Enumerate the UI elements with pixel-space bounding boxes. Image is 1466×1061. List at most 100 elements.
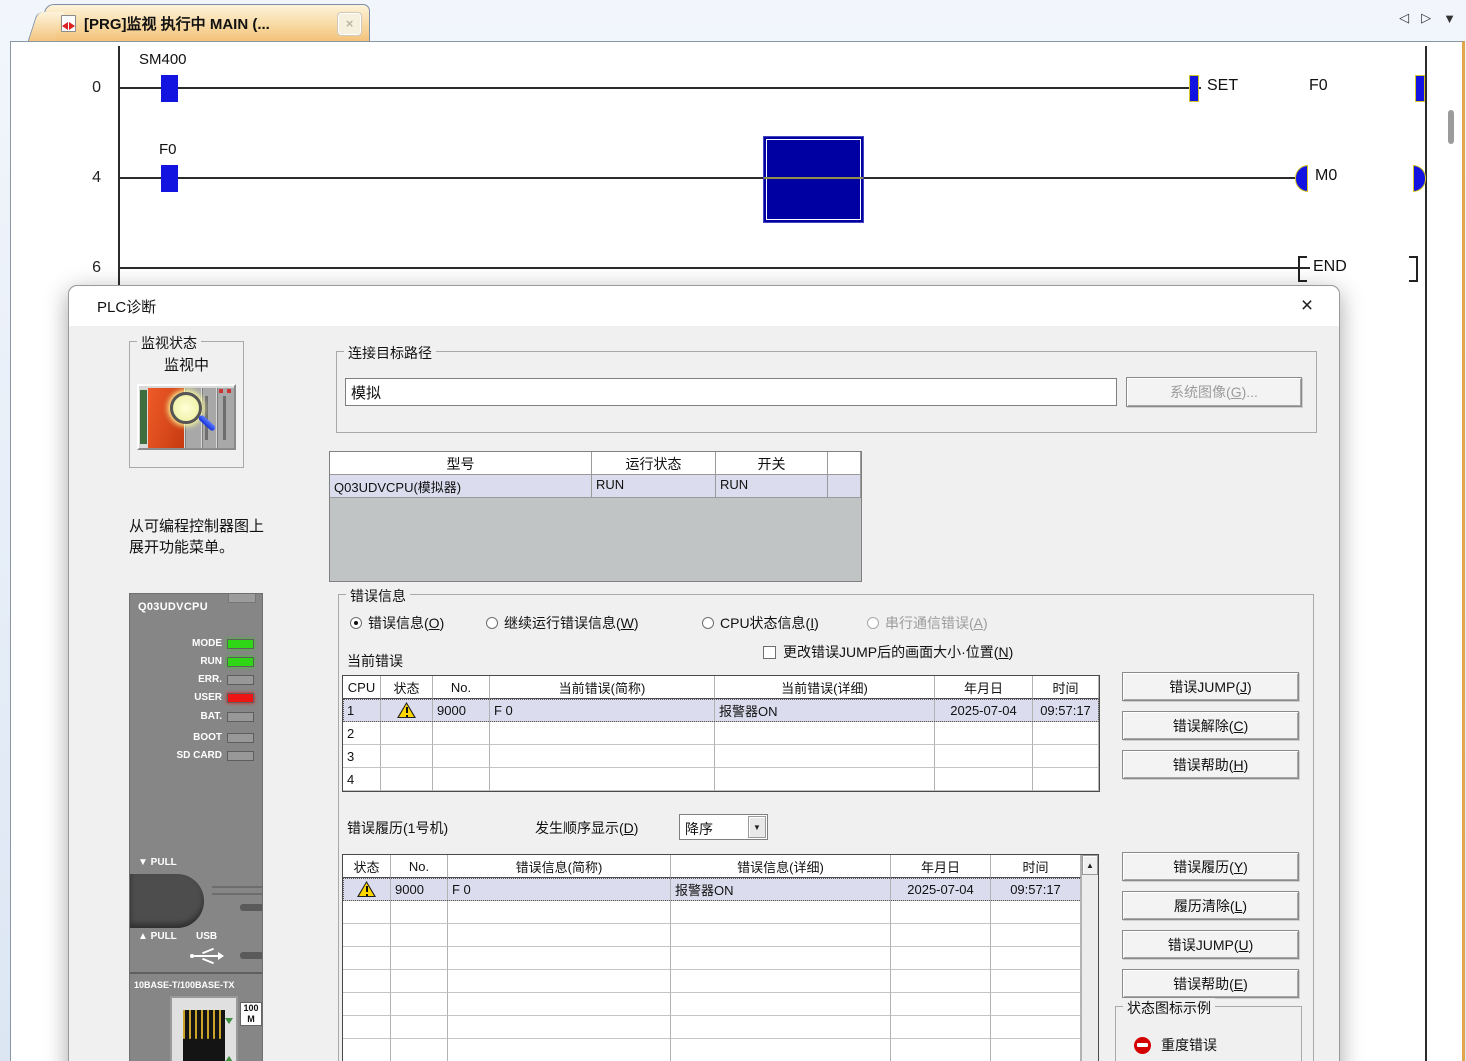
scroll-tabs-left-icon[interactable]: ◁: [1399, 10, 1409, 26]
document-tab-bar: [PRG]监视 执行中 MAIN (... × ◁ ▷ ▼: [0, 0, 1466, 42]
tab-close-button[interactable]: ×: [338, 13, 361, 35]
error-jump-button[interactable]: 错误JUMP(J): [1122, 672, 1299, 701]
led-label: MODE: [192, 638, 222, 649]
history-error-help-button[interactable]: 错误帮助(E): [1122, 969, 1299, 998]
editor-vertical-scrollbar[interactable]: [1448, 110, 1454, 144]
set-close-bracket[interactable]: [1415, 75, 1425, 102]
contact-label: SM400: [139, 51, 187, 68]
history-row[interactable]: [343, 924, 1098, 947]
end-instruction[interactable]: END: [1313, 258, 1347, 276]
order-combobox[interactable]: 降序 ▼: [679, 814, 768, 840]
error-clear-button[interactable]: 错误解除(C): [1122, 711, 1299, 740]
coil-open-bracket[interactable]: [1295, 165, 1308, 192]
scroll-up-icon[interactable]: ▲: [1082, 855, 1098, 875]
legend-item: 重度错误: [1134, 1035, 1217, 1055]
error-history-button[interactable]: 错误履历(Y): [1122, 852, 1299, 881]
speed-badge: 100M: [240, 1002, 262, 1026]
severe-error-icon: [1134, 1037, 1151, 1054]
history-row[interactable]: [343, 1016, 1098, 1039]
warning-icon: [397, 702, 416, 718]
right-power-rail: [1425, 46, 1427, 1061]
current-error-row[interactable]: 2: [343, 722, 1099, 745]
led-label: USER: [194, 692, 222, 703]
radio-serial-error: 串行通信错误(A): [867, 613, 988, 633]
table-header-row: CPU 状态 No. 当前错误(简称) 当前错误(详细) 年月日 时间: [343, 676, 1099, 699]
usb-label: USB: [196, 931, 217, 942]
radio-continue-error[interactable]: 继续运行错误信息(W): [486, 613, 639, 633]
tab-list-menu-icon[interactable]: ▼: [1443, 11, 1456, 26]
bat-led: [227, 712, 254, 722]
cpu-module-graphic[interactable]: Q03UDVCPU MODE RUN ERR. USER BAT. BOOT S…: [129, 593, 263, 1061]
history-row[interactable]: [343, 947, 1098, 970]
order-display-label: 发生顺序显示(D): [535, 818, 638, 838]
radio-cpu-status[interactable]: CPU状态信息(I): [702, 613, 819, 633]
monitor-status-text: 监视中: [130, 354, 243, 375]
ethernet-label: 10BASE-T/100BASE-TX: [134, 980, 235, 990]
contact-sm400[interactable]: [161, 75, 178, 102]
radio-icon: [867, 617, 879, 629]
cpu-model-table: 型号 运行状态 开关 Q03UDVCPU(模拟器) RUN RUN: [329, 451, 862, 582]
history-clear-button[interactable]: 履历清除(L): [1122, 891, 1299, 920]
scroll-tabs-right-icon[interactable]: ▷: [1421, 10, 1431, 26]
connection-path-input[interactable]: [345, 378, 1117, 406]
history-row[interactable]: [343, 970, 1098, 993]
history-scrollbar[interactable]: ▲: [1081, 855, 1098, 1061]
dialog-titlebar[interactable]: PLC诊断 ×: [69, 286, 1339, 326]
dialog-close-icon[interactable]: ×: [1293, 292, 1321, 320]
current-error-row[interactable]: 1 9000 F 0 报警器ON 2025-07-04 09:57:17: [343, 699, 1099, 722]
step-number: 4: [71, 169, 101, 187]
run-state-cell[interactable]: RUN: [592, 475, 716, 498]
column-header: 开关: [716, 452, 828, 475]
usb-icon: [188, 949, 224, 963]
switch-cell[interactable]: RUN: [716, 475, 828, 498]
tab-prg-main[interactable]: [PRG]监视 执行中 MAIN (... ×: [44, 4, 370, 42]
gx-works2-window: [PRG]监视 执行中 MAIN (... × ◁ ▷ ▼ 0 SM400 SE…: [0, 0, 1466, 1061]
combo-dropdown-icon[interactable]: ▼: [748, 816, 766, 838]
ethernet-jack-graphic: [170, 996, 238, 1061]
step-number: 6: [71, 259, 101, 277]
current-error-row[interactable]: 3: [343, 745, 1099, 768]
error-help-button[interactable]: 错误帮助(H): [1122, 750, 1299, 779]
history-row[interactable]: 9000 F 0 报警器ON 2025-07-04 09:57:17: [343, 878, 1098, 901]
warning-icon: [357, 881, 376, 897]
connection-group-label: 连接目标路径: [344, 343, 436, 363]
step-number: 0: [71, 79, 101, 97]
radio-selected-icon: [350, 617, 362, 629]
cpu-model-label: Q03UDVCPU: [138, 601, 208, 613]
contact-f0[interactable]: [161, 165, 178, 192]
history-row[interactable]: [343, 993, 1098, 1016]
led-label: ERR.: [198, 674, 222, 685]
history-row[interactable]: [343, 901, 1098, 924]
hint-text: 从可编程控制器图上 展开功能菜单。: [129, 516, 319, 558]
plc-diagnostics-dialog: PLC诊断 × 监视状态 监视中 从可编程控制器图上: [68, 285, 1340, 1061]
legend-item-label: 重度错误: [1161, 1035, 1217, 1055]
radio-error-info[interactable]: 错误信息(O): [350, 613, 444, 633]
resize-after-jump-checkbox[interactable]: 更改错误JUMP后的画面大小·位置(N): [763, 642, 1013, 662]
tab-scroll-controls: ◁ ▷ ▼: [1399, 10, 1456, 26]
coil-operand[interactable]: M0: [1315, 167, 1337, 185]
run-led: [227, 657, 254, 667]
edit-cursor-cell[interactable]: [763, 136, 864, 223]
model-cell[interactable]: Q03UDVCPU(模拟器): [330, 475, 592, 498]
user-led: [227, 693, 254, 703]
error-info-group: 错误信息 错误信息(O) 继续运行错误信息(W) CPU状态信息(I) 串行通信…: [338, 594, 1314, 1061]
history-error-jump-button[interactable]: 错误JUMP(U): [1122, 930, 1299, 959]
history-row[interactable]: [343, 1039, 1098, 1061]
radio-icon: [702, 617, 714, 629]
err-led: [227, 675, 254, 685]
mode-led: [227, 639, 254, 649]
column-header: 型号: [330, 452, 592, 475]
column-header: 运行状态: [592, 452, 716, 475]
current-error-row[interactable]: 4: [343, 768, 1099, 791]
tab-title: [PRG]监视 执行中 MAIN (...: [84, 13, 270, 34]
checkbox-icon: [763, 646, 776, 659]
led-label: BOOT: [193, 732, 222, 743]
set-op[interactable]: SET: [1207, 77, 1238, 95]
end-open-bracket: [1298, 256, 1307, 282]
connection-path-group: 连接目标路径 系统图像(G)...: [336, 351, 1317, 433]
set-operand[interactable]: F0: [1309, 77, 1328, 95]
monitor-group-label: 监视状态: [137, 333, 201, 353]
set-open-bracket[interactable]: [1189, 75, 1199, 102]
pull-down-label: ▼ PULL: [138, 857, 177, 868]
led-label: BAT.: [201, 711, 222, 722]
